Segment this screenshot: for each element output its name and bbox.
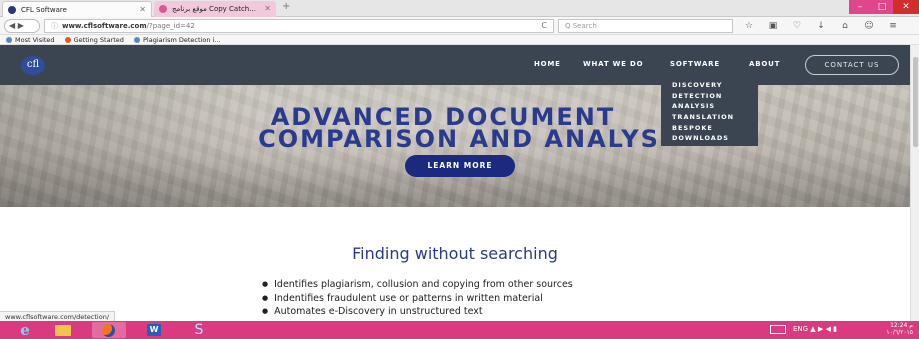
- tray-icons[interactable]: ENG ▲ ▶ ◀ ▮: [793, 325, 837, 334]
- nav-home[interactable]: HOME: [534, 60, 561, 68]
- bookmark-label: Most Visited: [15, 36, 55, 44]
- folder-icon: [55, 325, 71, 336]
- firefox-icon: [102, 324, 115, 337]
- tab-cfl-software[interactable]: CFL Software ✕: [2, 1, 152, 17]
- system-tray: ENG ▲ ▶ ◀ ▮: [770, 325, 837, 334]
- system-clock[interactable]: 12:24 م ١٠/٦/٢٠١٥: [886, 322, 913, 336]
- page-scrollbar[interactable]: [910, 45, 919, 321]
- reload-icon[interactable]: C: [541, 20, 547, 32]
- menu-item-analysis[interactable]: ANALYSIS: [661, 101, 758, 112]
- contact-us-button[interactable]: CONTACT US: [805, 55, 899, 75]
- internet-explorer-icon[interactable]: e: [8, 322, 42, 338]
- site-header: cfl HOME WHAT WE DO SOFTWARE ABOUT CONTA…: [0, 45, 910, 85]
- app-swirl-icon[interactable]: S: [182, 322, 216, 338]
- nav-software[interactable]: SOFTWARE: [670, 60, 720, 68]
- url-bar[interactable]: ⓘ www.cflsoftware.com/?page_id=42 C: [44, 19, 554, 33]
- list-item: Automates e-Discovery in unstructured te…: [262, 305, 573, 319]
- toolbar-icons: ☆ ▣ ♡ ↓ ⌂ ☺ ≡: [742, 19, 900, 33]
- file-explorer-icon[interactable]: [46, 322, 80, 338]
- new-tab-button[interactable]: +: [282, 1, 290, 12]
- download-icon[interactable]: ↓: [814, 19, 828, 33]
- bookmark-plagiarism-detection[interactable]: Plagiarism Detection i...: [133, 35, 221, 45]
- bookmark-icon: [6, 37, 12, 43]
- menu-icon[interactable]: ≡: [886, 19, 900, 33]
- bookmark-getting-started[interactable]: Getting Started: [64, 35, 124, 45]
- hero-banner: ADVANCED DOCUMENT COMPARISON AND ANALYS …: [0, 85, 910, 207]
- menu-item-downloads[interactable]: DOWNLOADS: [661, 133, 758, 144]
- firefox-taskbar-icon[interactable]: [92, 322, 126, 338]
- scrollbar-thumb[interactable]: [913, 57, 918, 147]
- keyboard-icon[interactable]: [770, 325, 786, 334]
- nav-what-we-do[interactable]: WHAT WE DO: [583, 60, 643, 68]
- clock-time: 12:24 م: [890, 322, 913, 329]
- menu-item-discovery[interactable]: DISCOVERY: [661, 80, 758, 91]
- bookmark-label: Plagiarism Detection i...: [142, 36, 221, 44]
- back-forward-buttons[interactable]: ◀ ▶: [4, 19, 40, 33]
- browser-tab-strip: CFL Software ✕ موقع برنامج Copy Catch...…: [0, 0, 919, 17]
- reader-icon[interactable]: ▣: [766, 19, 780, 33]
- nav-about[interactable]: ABOUT: [749, 60, 780, 68]
- bookmark-icon: [133, 37, 140, 43]
- pocket-icon[interactable]: ♡: [790, 19, 804, 33]
- info-icon[interactable]: ⓘ: [51, 22, 58, 30]
- windows-taskbar: e W S ENG ▲ ▶ ◀ ▮ 12:24 م ١٠/٦/٢٠١٥: [0, 321, 919, 339]
- url-domain: www.cflsoftware.com: [62, 22, 147, 30]
- close-tab-icon[interactable]: ✕: [139, 2, 146, 18]
- learn-more-button[interactable]: LEARN MORE: [405, 155, 515, 177]
- bookmarks-bar: Most Visited Getting Started Plagiarism …: [0, 35, 919, 45]
- account-icon[interactable]: ☺: [862, 19, 876, 33]
- site-favicon-icon: [159, 5, 167, 13]
- browser-navbar: ◀ ▶ ⓘ www.cflsoftware.com/?page_id=42 C Q…: [0, 17, 919, 35]
- search-input[interactable]: Q Search: [558, 19, 733, 33]
- bookmark-most-visited[interactable]: Most Visited: [6, 35, 55, 45]
- close-window-button[interactable]: ✕: [893, 0, 919, 14]
- cfl-favicon-icon: [8, 6, 16, 14]
- list-item: Indentifies fraudulent use or patterns i…: [262, 292, 573, 306]
- feature-list: Identifies plagiarism, collusion and cop…: [262, 278, 573, 319]
- tab-copycatch[interactable]: موقع برنامج Copy Catch... ✕: [154, 1, 276, 17]
- maximize-button[interactable]: □: [871, 0, 893, 14]
- word-taskbar-icon[interactable]: W: [137, 322, 171, 338]
- menu-item-translation[interactable]: TRANSLATION: [661, 112, 758, 123]
- bookmark-star-icon[interactable]: ☆: [742, 19, 756, 33]
- section-title: Finding without searching: [352, 244, 558, 263]
- firefox-icon: [64, 37, 71, 43]
- menu-item-bespoke[interactable]: BESPOKE: [661, 123, 758, 134]
- software-dropdown-menu: DISCOVERY DETECTION ANALYSIS TRANSLATION…: [661, 76, 758, 146]
- hero-title-line-2: COMPARISON AND ANALYS: [258, 125, 660, 153]
- clock-date: ١٠/٦/٢٠١٥: [886, 329, 913, 336]
- home-icon[interactable]: ⌂: [838, 19, 852, 33]
- tab-label: موقع برنامج Copy Catch...: [172, 5, 256, 13]
- word-icon: W: [147, 324, 161, 336]
- list-item: Identifies plagiarism, collusion and cop…: [262, 278, 573, 292]
- minimize-button[interactable]: –: [849, 0, 871, 14]
- url-path: /?page_id=42: [146, 22, 195, 30]
- bookmark-label: Getting Started: [73, 36, 124, 44]
- tab-label: CFL Software: [21, 6, 67, 14]
- menu-item-detection[interactable]: DETECTION: [661, 91, 758, 102]
- close-tab-icon[interactable]: ✕: [264, 1, 271, 17]
- window-controls: – □ ✕: [849, 0, 919, 14]
- cfl-logo[interactable]: cfl: [21, 56, 45, 75]
